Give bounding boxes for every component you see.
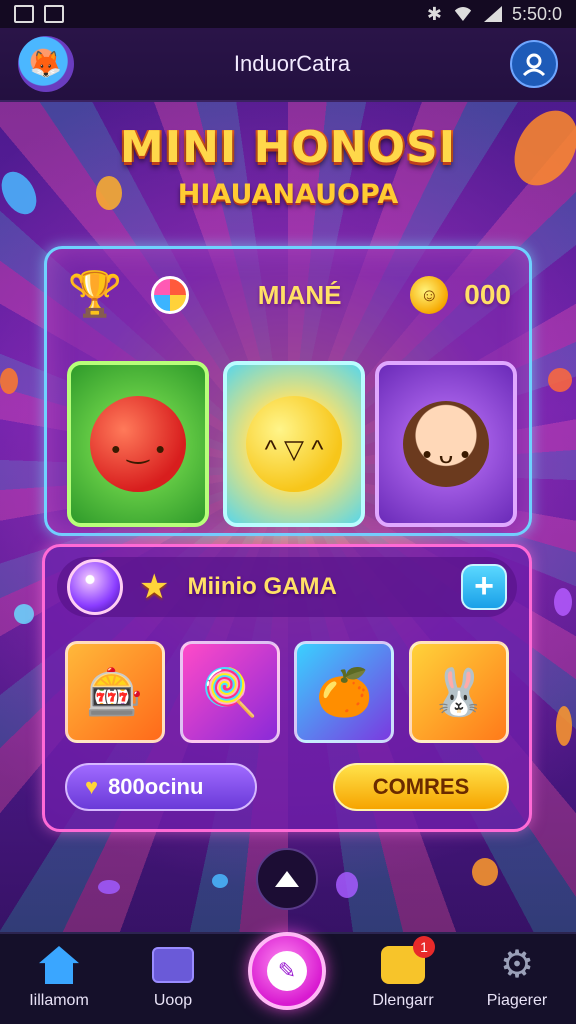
trophy-icon[interactable]: 🏆 [65,267,125,323]
settings-icon: ⚙ [499,944,535,986]
mini-game-panel: ★ Miinio GAMA + 🎰 🍭 🍊 🐰 ♥ 800ocinu COMRE… [42,544,532,832]
sparkle-decoration [336,872,358,898]
lemon-face: ^ ▽ ^ [264,434,324,464]
play-icon: ✎ [267,951,307,991]
sparkle-decoration [14,604,34,624]
bonus-button-label: 800ocinu [108,774,204,799]
scroll-up-button[interactable] [256,848,318,910]
fruit-icon: 🍊 [315,665,373,718]
nav-label-shop: Uoop [153,992,193,1009]
bluetooth-icon: ✱ [426,3,442,24]
nav-label-settings: Piagerer [486,992,548,1009]
messages-icon: 1 [380,936,435,986]
chevron-up-icon [275,871,299,887]
game-tile-machine[interactable]: 🎰 [65,641,165,743]
game-tile-fruit[interactable]: 🍊 [294,641,395,743]
refresh-icon[interactable] [151,276,189,314]
home-icon [36,944,82,986]
game-title: MINI HONOSI [119,122,457,173]
heart-icon: ♥ [85,774,99,799]
sparkle-decoration [98,880,120,894]
lemon-character-icon: ^ ▽ ^ [246,396,342,492]
nav-item-home[interactable]: Iillamom [4,944,114,1010]
character-card-lemon[interactable]: ^ ▽ ^ [223,361,365,527]
profile-button[interactable] [510,40,558,88]
coin-icon: ☺ [410,276,449,314]
featured-header: 🏆 MIANÉ ☺ 000 [65,265,511,325]
game-tile-candy[interactable]: 🍭 [179,641,280,743]
nav-label-home: Iillamom [29,992,89,1009]
orb-icon [67,559,123,615]
star-icon: ★ [139,568,170,606]
user-icon [522,53,546,77]
status-bar: ✱ 5:50:0 [0,0,576,28]
game-tiles: 🎰 🍭 🍊 🐰 [65,641,509,743]
status-notifications [14,5,64,23]
game-subtitle: HIAUANAUOPA [177,179,399,210]
nav-item-shop[interactable]: Uoop [118,944,228,1010]
machine-icon: 🎰 [86,665,144,718]
mini-game-header: ★ Miinio GAMA + [57,557,517,617]
sparkle-decoration [212,874,228,888]
sparkle-decoration [556,706,572,746]
status-indicators: ✱ 5:50:0 [427,4,562,25]
character-card-apple[interactable]: • ‿ • [67,361,209,527]
mini-game-actions: ♥ 800ocinu COMRES [65,763,509,811]
apple-character-icon: • ‿ • [90,396,186,492]
critter-icon: 🐰 [430,665,488,718]
sparkle-decoration [554,588,572,616]
notification-icon [14,5,34,23]
app-bar: 🦊 InduorCatra [0,28,576,102]
bonus-button[interactable]: ♥ 800ocinu [65,763,257,811]
play-fab-button[interactable]: ✎ [248,932,326,1010]
candy-icon: 🍭 [201,665,259,718]
app-logo[interactable]: 🦊 [18,36,74,92]
featured-panel: 🏆 MIANÉ ☺ 000 • ‿ • ^ ▽ ^ • ᴗ • [44,246,532,536]
apple-face: • ‿ • [111,434,165,464]
game-tile-critter[interactable]: 🐰 [408,641,509,743]
sparkle-decoration [0,368,18,394]
nav-item-messages[interactable]: 1 Dlengarr [348,936,458,1010]
wifi-icon [451,7,474,21]
headline: MINI HONOSI HIAUANAUOPA [0,122,576,210]
status-time: 5:50:0 [511,3,562,24]
shop-icon [150,944,196,986]
nav-item-settings[interactable]: ⚙ Piagerer [462,944,572,1010]
nav-label-messages: Dlengarr [372,992,434,1009]
character-card-kid[interactable]: • ᴗ • [375,361,517,527]
mini-game-label: Miinio GAMA [187,573,337,600]
compare-button[interactable]: COMRES [333,763,509,811]
kid-face: • ᴗ • [422,439,470,469]
notification-badge: 1 [413,936,435,958]
kid-character-icon: • ᴗ • [403,401,489,487]
image-icon [44,5,64,23]
coin-count: 000 [464,279,511,310]
add-button[interactable]: + [461,564,507,610]
featured-label: MIANÉ [257,279,342,310]
signal-icon [483,6,502,22]
sparkle-decoration [472,858,498,886]
app-title: InduorCatra [233,51,351,76]
sparkle-decoration [548,368,572,392]
